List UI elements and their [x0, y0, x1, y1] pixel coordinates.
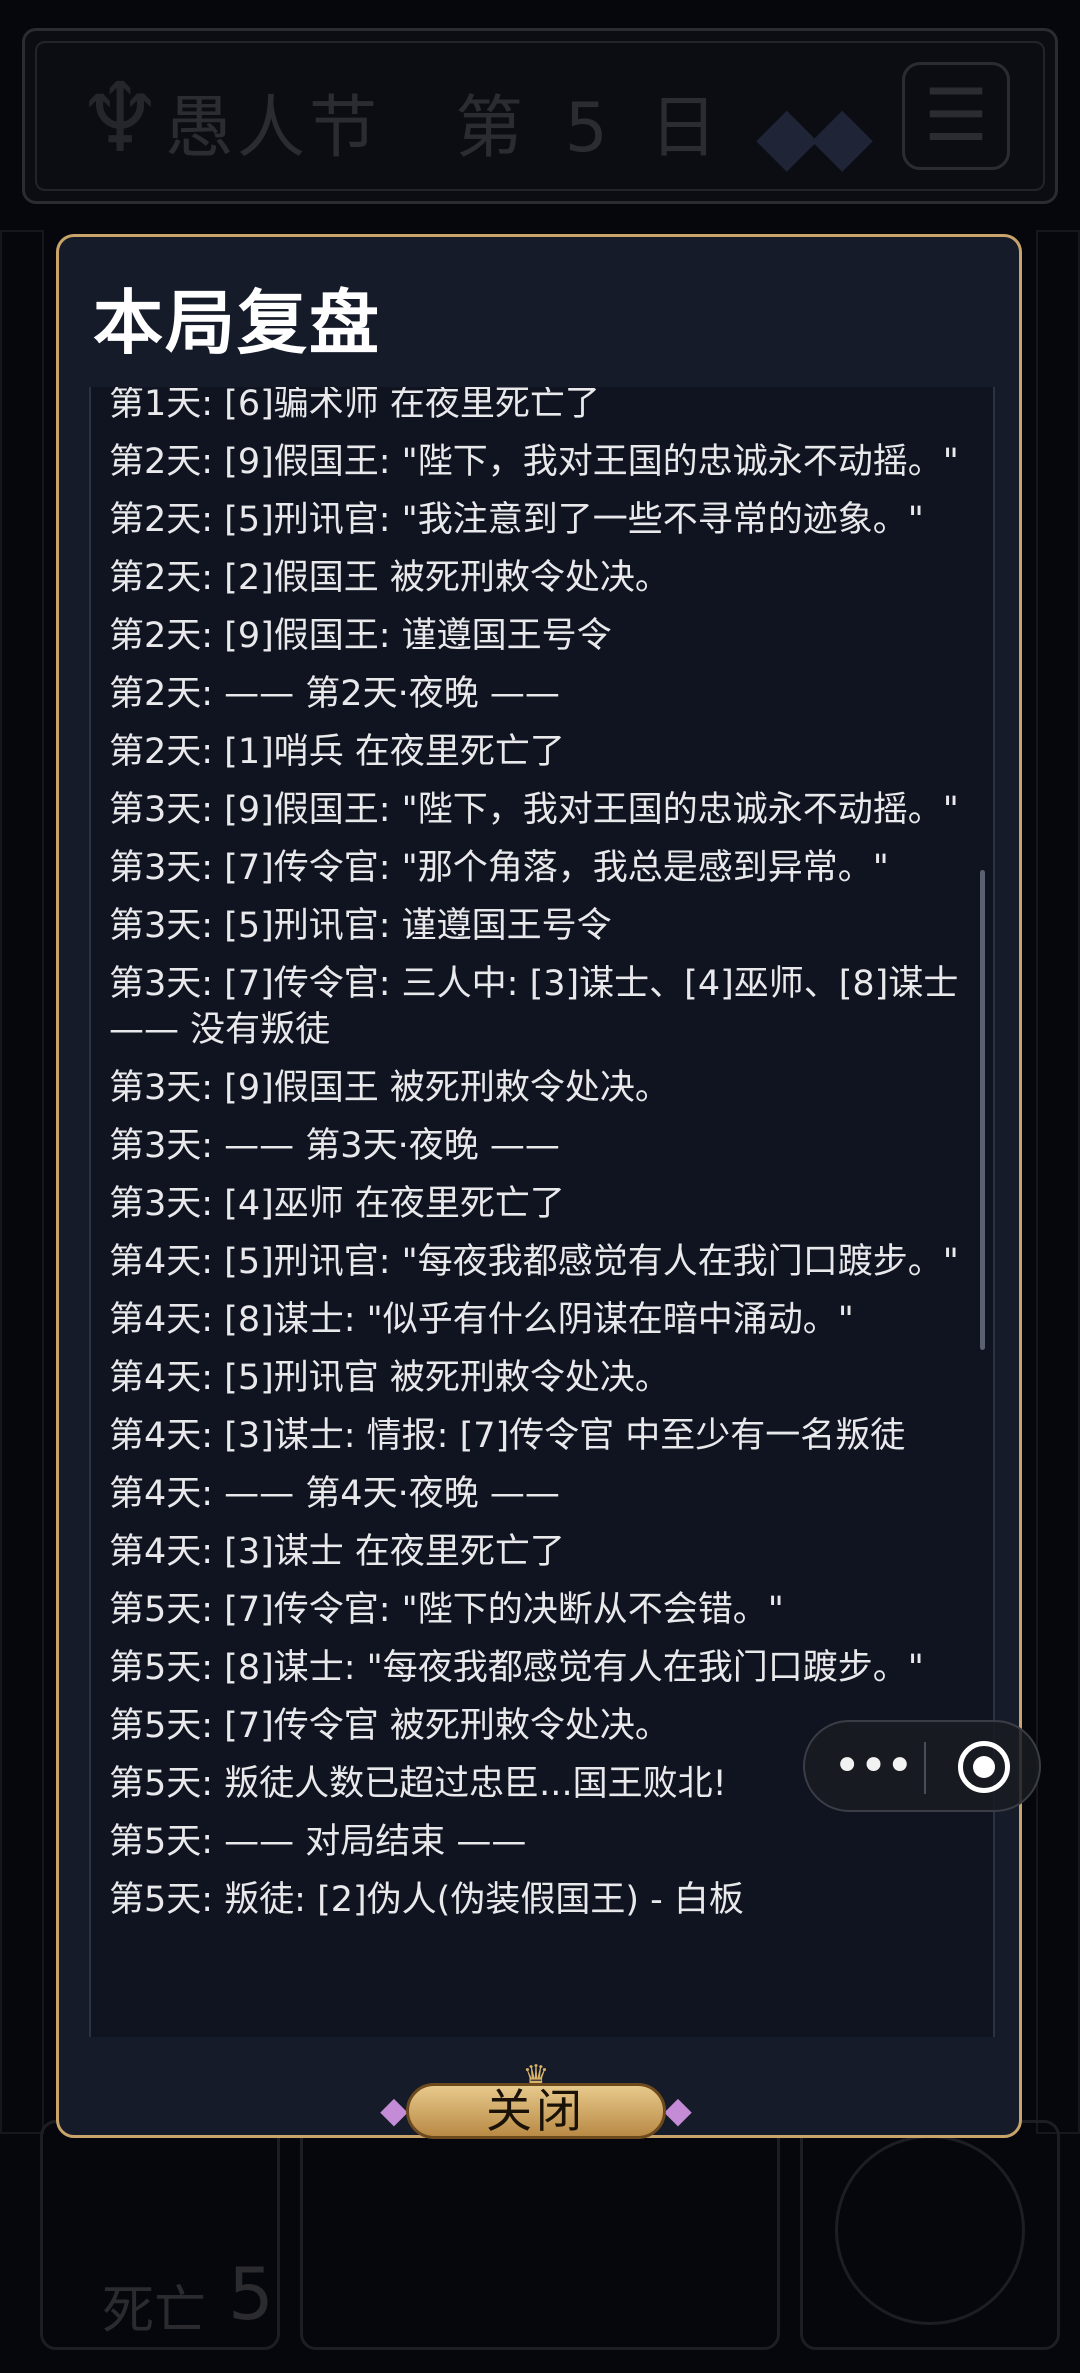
log-line: 第2天: [9]假国王: 谨遵国王号令: [109, 616, 612, 656]
dead-count: 5: [228, 2252, 274, 2336]
log-line: 第4天: —— 第4天·夜晚 ——: [109, 1474, 560, 1514]
log-line: 第4天: [3]谋士 在夜里死亡了: [109, 1532, 565, 1572]
log-line: 第3天: [9]假国王 被死刑敕令处决。: [109, 1068, 670, 1108]
game-title: 愚人节: [165, 89, 382, 168]
log-line: 第3天: [5]刑讯官: 谨遵国王号令: [109, 906, 612, 946]
log-line: 第4天: [5]刑讯官 被死刑敕令处决。: [109, 1358, 670, 1398]
log-line: 第3天: [9]假国王: "陛下，我对王国的忠诚永不动摇。": [109, 790, 959, 830]
capsule-divider: [924, 1742, 926, 1794]
log-line: 第5天: [7]传令官: "陛下的决断从不会错。": [109, 1590, 784, 1630]
log-line: 第1天: [6]骗术师 在夜里死亡了: [109, 387, 600, 424]
day-counter: 第 5 日: [455, 89, 728, 168]
close-button-frame: ◆ ◆ ♛ 关闭: [372, 2059, 700, 2155]
log-line: 第4天: [8]谋士: "似乎有什么阴谋在暗中涌动。": [109, 1300, 854, 1340]
log-line: 第3天: —— 第3天·夜晚 ——: [109, 1126, 560, 1166]
log-line: 第3天: [7]传令官: 三人中: [3]谋士、[4]巫师、[8]谋士 —— 没…: [109, 964, 959, 1050]
log-line: 第3天: [4]巫师 在夜里死亡了: [109, 1184, 565, 1224]
menu-button: ☰: [902, 62, 1010, 170]
log-list: 第1天: [6]骗术师 在夜里死亡了第2天: [9]假国王: "陛下，我对王国的…: [109, 387, 959, 1929]
log-line: 第5天: —— 对局结束 ——: [109, 1822, 527, 1862]
close-button[interactable]: 关闭: [406, 2083, 666, 2139]
replay-modal: 本局复盘 第1天: [6]骗术师 在夜里死亡了第2天: [9]假国王: "陛下，…: [56, 234, 1022, 2138]
log-line: 第2天: [9]假国王: "陛下，我对王国的忠诚永不动摇。": [109, 442, 959, 482]
gems-icon: ◆◆: [756, 88, 873, 181]
floating-capsule: •••: [803, 1720, 1041, 1812]
dead-label: 死亡: [102, 2281, 207, 2341]
log-line: 第4天: [5]刑讯官: "每夜我都感觉有人在我门口踱步。": [109, 1242, 959, 1282]
log-line: 第4天: [3]谋士: 情报: [7]传令官 中至少有一名叛徒: [109, 1416, 906, 1456]
log-line: 第5天: [8]谋士: "每夜我都感觉有人在我门口踱步。": [109, 1648, 924, 1688]
log-line: 第2天: —— 第2天·夜晚 ——: [109, 674, 560, 714]
close-target-icon[interactable]: [958, 1741, 1010, 1793]
more-icon[interactable]: •••: [833, 1736, 914, 1796]
log-line: 第2天: [5]刑讯官: "我注意到了一些不寻常的迹象。": [109, 500, 924, 540]
log-line: 第2天: [2]假国王 被死刑敕令处决。: [109, 558, 670, 598]
log-line: 第3天: [7]传令官: "那个角落，我总是感到异常。": [109, 848, 889, 888]
right-frame: [1036, 230, 1080, 2134]
left-frame: [0, 230, 44, 2134]
scrollbar-thumb[interactable]: [980, 870, 985, 1350]
log-line: 第5天: 叛徒: [2]伪人(伪装假国王) - 白板: [109, 1880, 744, 1920]
log-line: 第2天: [1]哨兵 在夜里死亡了: [109, 732, 565, 772]
action-circle: [835, 2135, 1025, 2325]
modal-title: 本局复盘: [93, 282, 381, 364]
trident-crest-icon: ♆: [76, 62, 164, 174]
